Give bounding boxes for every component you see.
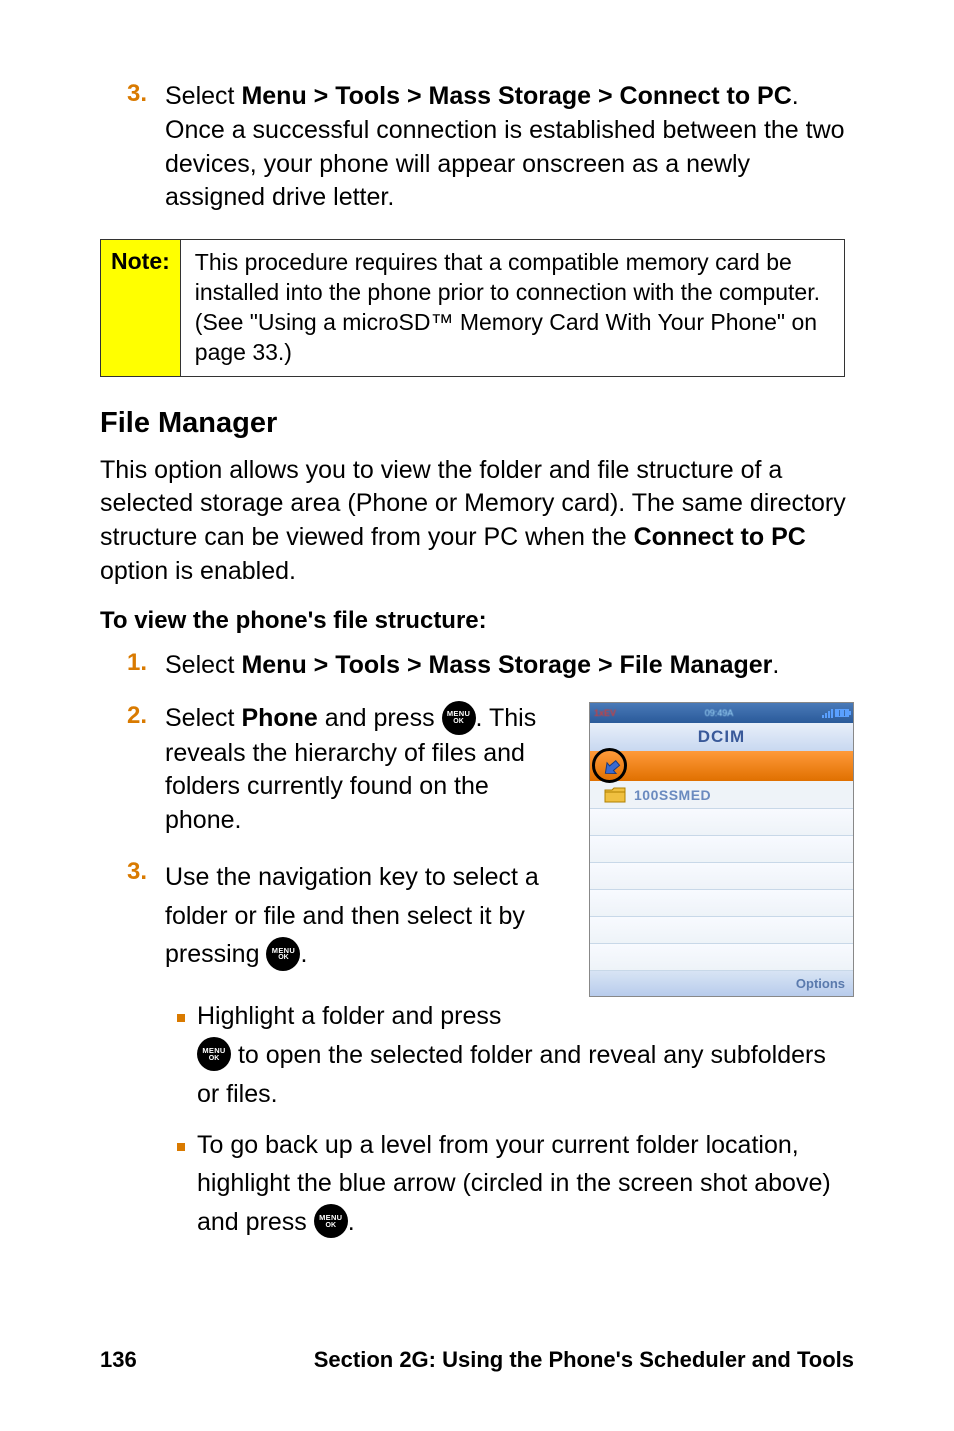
text: .: [348, 1208, 355, 1236]
softkey-bar: Options: [590, 971, 853, 996]
step-3-top: 3. Select Menu > Tools > Mass Storage > …: [100, 80, 854, 215]
bold-text: Phone: [241, 704, 317, 732]
icon-text: MENU: [202, 1047, 225, 1055]
bold-text: Connect to PC: [634, 523, 806, 551]
folder-row: 100SSMED: [590, 781, 853, 809]
text: Highlight a folder and press: [197, 1002, 501, 1030]
icon-text: OK: [278, 954, 289, 961]
softkey-options: Options: [796, 976, 845, 991]
list-row: [590, 890, 853, 917]
bullet-2: To go back up a level from your current …: [165, 1126, 854, 1242]
status-bar: 1xEV 09:49A: [590, 703, 853, 723]
step-text: Select Menu > Tools > Mass Storage > Con…: [165, 80, 854, 215]
bullet-marker: [165, 997, 197, 1113]
menu-ok-icon: MENUOK: [442, 701, 476, 735]
menu-path: Menu > Tools > Mass Storage > File Manag…: [241, 651, 772, 679]
icon-text: MENU: [319, 1214, 342, 1222]
phone-screenshot: 1xEV 09:49A DCIM: [589, 702, 854, 997]
note-label: Note:: [101, 240, 181, 376]
note-box: Note: This procedure requires that a com…: [100, 239, 845, 377]
text: .: [300, 940, 307, 968]
step-3: 3. Use the navigation key to select a fo…: [100, 858, 569, 974]
battery-icon: [835, 709, 849, 717]
sub-bullets: Highlight a folder and press MENUOK to o…: [100, 997, 854, 1242]
screen-title: DCIM: [590, 723, 853, 751]
procedure-heading: To view the phone's file structure:: [100, 607, 854, 635]
step-number: 2.: [100, 702, 165, 838]
page-number: 136: [100, 1347, 137, 1373]
status-left: 1xEV: [594, 708, 616, 718]
text: Select: [165, 704, 241, 732]
selected-row: [590, 751, 853, 781]
text: and press: [318, 704, 442, 732]
section-title: Section 2G: Using the Phone's Scheduler …: [314, 1347, 854, 1373]
heading-file-manager: File Manager: [100, 407, 854, 440]
folder-name: 100SSMED: [634, 787, 711, 803]
step-number: 3.: [100, 858, 165, 974]
steps-column: 2. Select Phone and press MENUOK. This r…: [100, 702, 569, 997]
intro-paragraph: This option allows you to view the folde…: [100, 454, 854, 589]
icon-text: MENU: [272, 947, 295, 955]
list-row: [590, 863, 853, 890]
menu-ok-icon: MENUOK: [266, 937, 300, 971]
list-row: [590, 809, 853, 836]
list-row: [590, 944, 853, 971]
page-footer: 136 Section 2G: Using the Phone's Schedu…: [100, 1347, 854, 1373]
status-right: [822, 709, 849, 718]
text: Use the navigation key to select a folde…: [165, 863, 539, 969]
text: Select: [165, 82, 241, 110]
list-row: [590, 836, 853, 863]
step-number: 3.: [100, 80, 165, 215]
step-2: 2. Select Phone and press MENUOK. This r…: [100, 702, 569, 838]
bullet-text: Highlight a folder and press MENUOK to o…: [197, 997, 854, 1113]
bullet-1: Highlight a folder and press MENUOK to o…: [165, 997, 854, 1113]
signal-icon: [822, 709, 833, 718]
text: To go back up a level from your current …: [197, 1131, 831, 1237]
menu-ok-icon: MENUOK: [197, 1037, 231, 1071]
bullet-marker: [165, 1126, 197, 1242]
step-text: Select Menu > Tools > Mass Storage > Fil…: [165, 649, 854, 683]
bullet-text: To go back up a level from your current …: [197, 1126, 854, 1242]
icon-text: OK: [209, 1055, 220, 1062]
icon-text: OK: [453, 718, 464, 725]
folder-icon: [604, 787, 626, 803]
steps-with-image: 2. Select Phone and press MENUOK. This r…: [100, 702, 854, 997]
menu-path: Menu > Tools > Mass Storage > Connect to…: [241, 82, 791, 110]
icon-text: MENU: [447, 710, 470, 718]
text: to open the selected folder and reveal a…: [197, 1041, 826, 1108]
screenshot-column: 1xEV 09:49A DCIM: [589, 702, 854, 997]
step-text: Select Phone and press MENUOK. This reve…: [165, 702, 569, 838]
step-1: 1. Select Menu > Tools > Mass Storage > …: [100, 649, 854, 683]
step-number: 1.: [100, 649, 165, 683]
step-text: Use the navigation key to select a folde…: [165, 858, 569, 974]
text: .: [772, 651, 779, 679]
note-text: This procedure requires that a compatibl…: [181, 240, 844, 376]
text: Select: [165, 651, 241, 679]
status-time: 09:49A: [705, 708, 734, 718]
list-row: [590, 917, 853, 944]
menu-ok-icon: MENUOK: [314, 1204, 348, 1238]
icon-text: OK: [326, 1222, 337, 1229]
text: option is enabled.: [100, 557, 296, 585]
